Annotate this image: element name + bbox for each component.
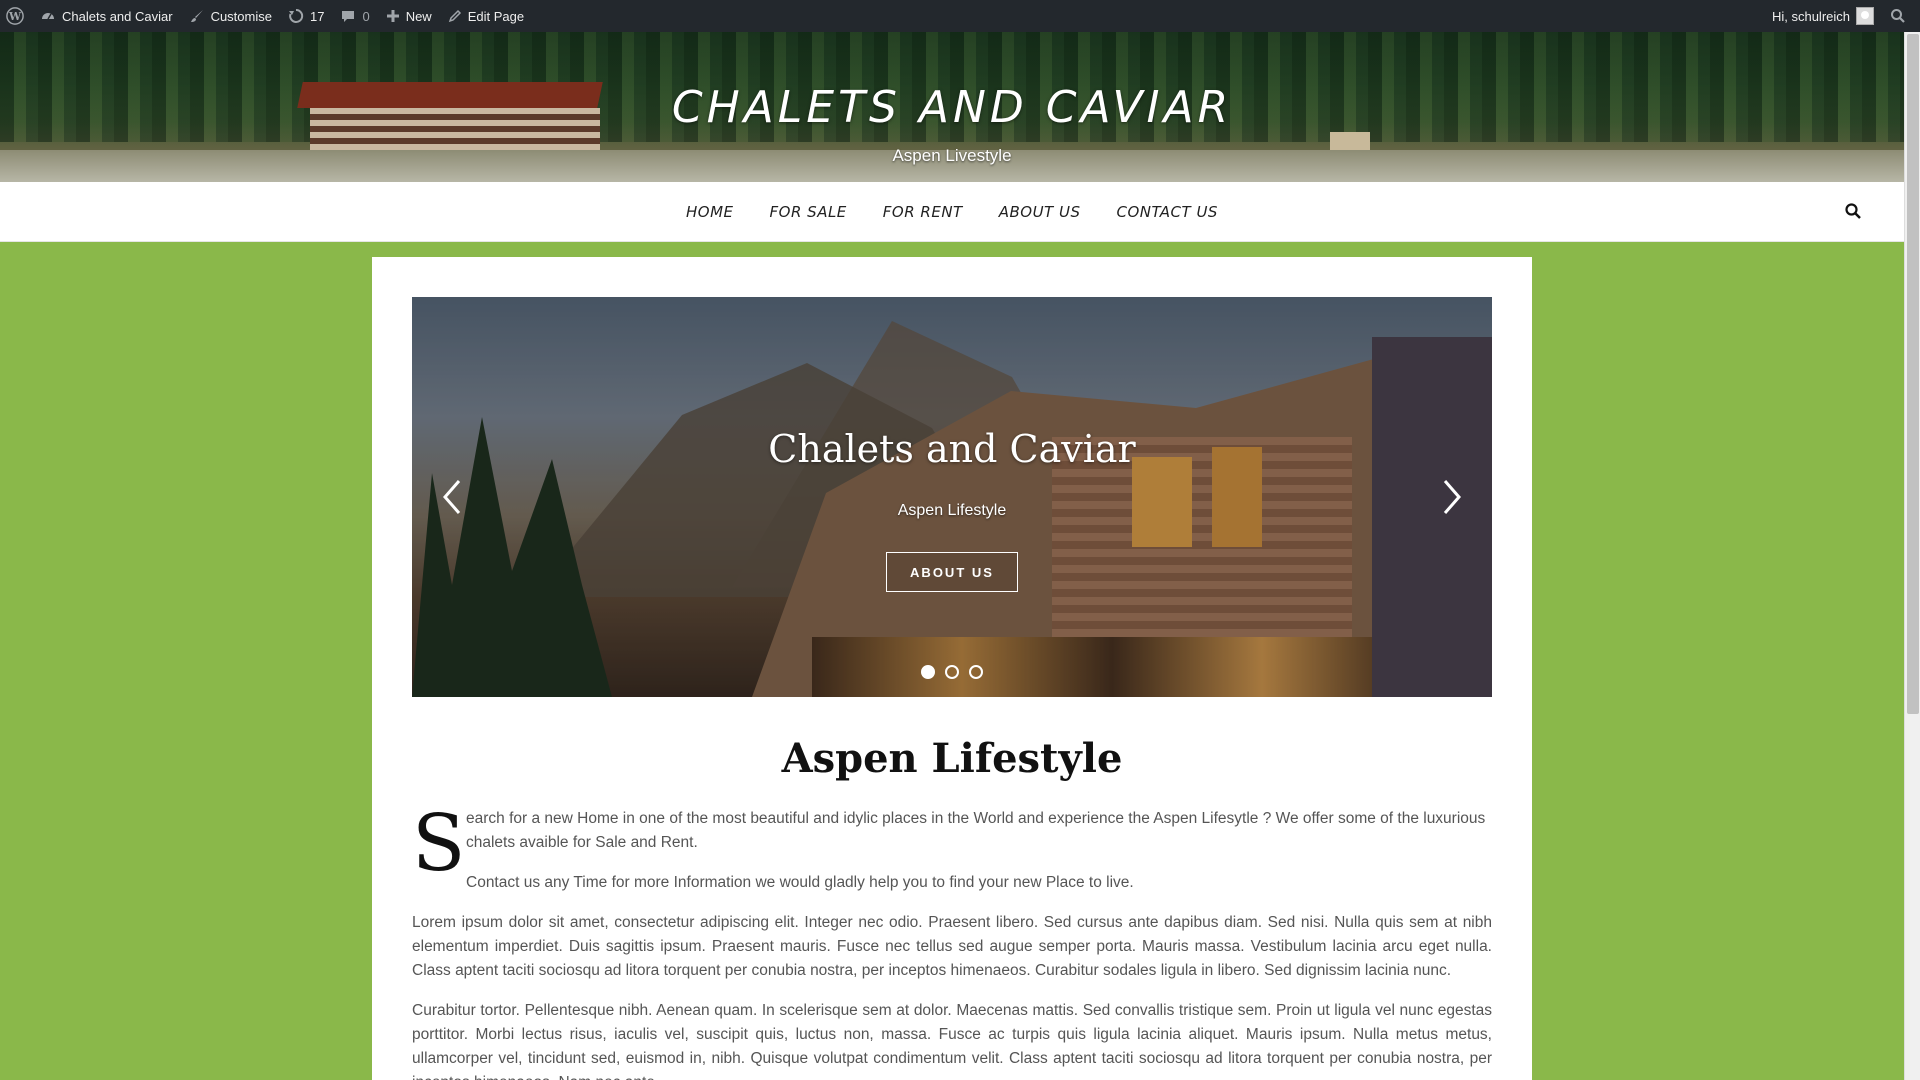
avatar bbox=[1856, 7, 1874, 25]
slider-next-icon[interactable] bbox=[1437, 477, 1467, 517]
content-card: Chalets and Caviar Aspen Lifestyle ABOUT… bbox=[372, 257, 1532, 1080]
edit-page-link[interactable]: Edit Page bbox=[440, 0, 532, 32]
brush-icon bbox=[189, 8, 205, 24]
scrollbar-thumb[interactable] bbox=[1907, 34, 1919, 714]
updates-icon bbox=[288, 8, 304, 24]
nav-search-icon[interactable] bbox=[1844, 202, 1864, 222]
slider-dot-1[interactable] bbox=[921, 665, 935, 679]
slider-prev-icon[interactable] bbox=[437, 477, 467, 517]
article-paragraph-1: earch for a new Home in one of the most … bbox=[466, 810, 1486, 851]
admin-bar: W Chalets and Caviar Customise 17 0 New bbox=[0, 0, 1920, 32]
greeting-label: Hi, schulreich bbox=[1771, 8, 1850, 24]
svg-text:W: W bbox=[8, 10, 22, 23]
slide-about-us-button[interactable]: ABOUT US bbox=[886, 552, 1018, 592]
plus-icon bbox=[386, 9, 400, 23]
dropcap-letter: S bbox=[412, 799, 466, 889]
site-tagline: Aspen Livestyle bbox=[892, 146, 1012, 165]
admin-search-button[interactable] bbox=[1882, 0, 1920, 32]
comment-icon bbox=[340, 8, 356, 24]
nav-item-home[interactable]: HOME bbox=[686, 203, 734, 221]
wordpress-logo-icon[interactable]: W bbox=[0, 0, 32, 32]
updates-link[interactable]: 17 bbox=[280, 0, 332, 32]
admin-bar-right: Hi, schulreich bbox=[1764, 0, 1920, 32]
nav-item-about-us[interactable]: ABOUT US bbox=[999, 203, 1081, 221]
slide-overlay bbox=[412, 297, 1492, 697]
comments-link[interactable]: 0 bbox=[332, 0, 377, 32]
article-paragraph-4: Curabitur tortor. Pellentesque nibh. Aen… bbox=[412, 1002, 1492, 1080]
updates-count: 17 bbox=[309, 8, 325, 24]
customise-label: Customise bbox=[210, 8, 272, 24]
nav-item-for-rent[interactable]: FOR RENT bbox=[883, 203, 963, 221]
hero-slider: Chalets and Caviar Aspen Lifestyle ABOUT… bbox=[412, 297, 1492, 697]
article-paragraph-2: Contact us any Time for more Information… bbox=[466, 874, 1134, 891]
slide-title: Chalets and Caviar bbox=[768, 427, 1136, 471]
nav-item-contact-us[interactable]: CONTACT US bbox=[1117, 203, 1218, 221]
article-paragraph-3: Lorem ipsum dolor sit amet, consectetur … bbox=[412, 914, 1492, 979]
slider-dot-2[interactable] bbox=[945, 665, 959, 679]
new-label: New bbox=[405, 8, 432, 24]
comments-count: 0 bbox=[362, 8, 370, 24]
slider-pagination bbox=[412, 665, 1492, 679]
search-icon bbox=[1890, 8, 1906, 24]
new-content-link[interactable]: New bbox=[378, 0, 440, 32]
article-title: Aspen Lifestyle bbox=[781, 735, 1123, 782]
slider-dot-3[interactable] bbox=[969, 665, 983, 679]
pencil-icon bbox=[448, 9, 462, 23]
edit-page-label: Edit Page bbox=[467, 8, 525, 24]
page-scrollbar[interactable] bbox=[1904, 32, 1920, 1080]
admin-site-name-label: Chalets and Caviar bbox=[62, 8, 173, 24]
site-title[interactable]: CHALETS AND CAVIAR bbox=[0, 82, 1904, 133]
nav-item-for-sale[interactable]: FOR SALE bbox=[770, 203, 847, 221]
slide-subtitle: Aspen Lifestyle bbox=[897, 502, 1007, 519]
site-header: CHALETS AND CAVIAR Aspen Livestyle bbox=[0, 32, 1904, 182]
my-account-link[interactable]: Hi, schulreich bbox=[1764, 0, 1882, 32]
main-navigation: HOME FOR SALE FOR RENT ABOUT US CONTACT … bbox=[0, 182, 1904, 242]
admin-site-name[interactable]: Chalets and Caviar bbox=[32, 0, 181, 32]
dashboard-icon bbox=[40, 8, 56, 24]
customise-link[interactable]: Customise bbox=[181, 0, 280, 32]
